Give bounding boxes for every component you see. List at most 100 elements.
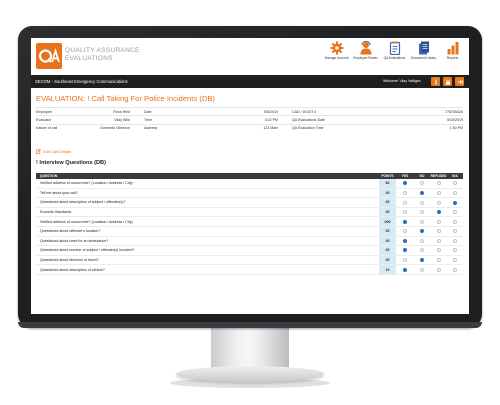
info-label: Address [144, 123, 190, 133]
question-row: Questioned about description of subject … [36, 197, 463, 208]
question-points: 60 [379, 179, 396, 189]
radio-refused[interactable] [436, 219, 441, 224]
info-value: 1:50 PM [331, 123, 463, 133]
answer-cell-na [447, 197, 463, 208]
info-label: Evaluator [36, 115, 72, 125]
question-row: Exceeds Standards 20 [36, 207, 463, 218]
radio-na[interactable] [453, 258, 457, 263]
radio-na[interactable] [453, 210, 457, 215]
info-row: Nature of call Domestic Violence Address 12… [36, 123, 463, 133]
radio-refused[interactable] [436, 238, 441, 243]
radio-no[interactable] [420, 248, 424, 253]
radio-na[interactable] [453, 238, 457, 243]
info-value: Domestic Violence [72, 123, 144, 133]
radio-na[interactable] [453, 190, 457, 195]
question-points: 200 [379, 216, 396, 227]
question-text: Verified address of occurrence? (Locatio… [36, 179, 379, 189]
radio-yes[interactable] [403, 238, 407, 243]
radio-yes[interactable] [403, 200, 407, 205]
radio-refused[interactable] [436, 181, 441, 186]
radio-refused[interactable] [436, 200, 441, 205]
radio-na[interactable] [453, 229, 457, 234]
radio-na[interactable] [453, 200, 457, 205]
radio-no[interactable] [420, 267, 424, 272]
answer-cell-no [414, 179, 430, 189]
radio-yes[interactable] [403, 258, 407, 263]
radio-na[interactable] [453, 219, 457, 224]
app-title: QUALITY ASSURANCE [65, 47, 140, 54]
answer-cell-na [447, 179, 463, 189]
question-points: 20 [379, 245, 396, 256]
radio-no[interactable] [420, 238, 424, 243]
nav-label: Employee Roster [353, 56, 378, 60]
answer-cell-yes [396, 255, 414, 266]
question-row: Questioned about description of vehicle?… [36, 264, 463, 275]
question-row: Questioned about number of subject / off… [36, 245, 463, 256]
answer-cell-yes [396, 236, 414, 247]
radio-yes[interactable] [403, 219, 407, 224]
answer-cell-yes [396, 207, 414, 218]
info-value: 5/15/2019 [331, 115, 463, 125]
answer-cell-refused [430, 264, 447, 275]
radio-na[interactable] [453, 181, 457, 186]
radio-refused[interactable] [436, 190, 441, 195]
radio-yes[interactable] [403, 190, 407, 195]
answer-cell-yes [396, 197, 414, 208]
nav-qa-evaluations[interactable]: QA Evaluations [380, 41, 409, 61]
nav-reports[interactable]: Reports [438, 41, 467, 61]
radio-refused[interactable] [436, 210, 441, 215]
answer-cell-refused [430, 236, 447, 247]
answer-cell-refused [430, 226, 447, 237]
logout-button[interactable] [455, 77, 464, 86]
question-row: Questioned about direction of travel? 20 [36, 255, 463, 266]
radio-yes[interactable] [403, 229, 407, 234]
radio-refused[interactable] [436, 229, 441, 234]
bar-chart-icon [447, 42, 458, 55]
question-text: Questioned about description of vehicle? [36, 264, 379, 275]
question-points: 10 [379, 264, 396, 275]
lock-button[interactable] [443, 77, 452, 86]
answer-cell-na [447, 226, 463, 237]
screen: QUALITY ASSURANCE EVALUATIONS Manage Acc… [31, 38, 469, 314]
radio-na[interactable] [453, 267, 457, 272]
question-row: Verified address of occurrence? (Locatio… [36, 179, 463, 189]
answer-cell-na [447, 188, 463, 199]
edit-link-label: Edit Call Details [43, 149, 72, 154]
radio-no[interactable] [420, 258, 424, 263]
radio-refused[interactable] [436, 258, 441, 263]
question-text: Questioned about need for an ambulance? [36, 236, 379, 247]
radio-no[interactable] [420, 210, 424, 215]
nav-manage-account[interactable]: Manage Account [322, 41, 351, 61]
radio-no[interactable] [420, 219, 424, 224]
edit-call-details-link[interactable]: Edit Call Details [36, 149, 71, 154]
radio-no[interactable] [420, 181, 424, 186]
answer-cell-refused [430, 188, 447, 199]
radio-yes[interactable] [403, 210, 407, 215]
radio-refused[interactable] [436, 267, 441, 272]
answer-cell-yes [396, 245, 414, 256]
radio-no[interactable] [420, 200, 424, 205]
radio-yes[interactable] [403, 248, 407, 253]
app-header: QUALITY ASSURANCE EVALUATIONS Manage Acc… [31, 38, 469, 75]
info-button[interactable] [431, 77, 440, 86]
nav-document-library[interactable]: Document Library [409, 41, 438, 61]
question-points: 20 [379, 236, 396, 247]
radio-na[interactable] [453, 248, 457, 253]
nav-employee-roster[interactable]: Employee Roster [351, 41, 380, 61]
radio-no[interactable] [420, 190, 424, 195]
info-label: Time [144, 115, 190, 125]
nav-label: Reports [446, 56, 459, 60]
top-nav: Manage Account Employee Roster QA Evalua… [322, 41, 467, 61]
gear-icon [330, 41, 343, 55]
radio-yes[interactable] [403, 267, 407, 272]
info-row: Evaluator Vilay Wild Time 3:02 PM QA Evaluat… [36, 115, 463, 125]
radio-yes[interactable] [403, 181, 407, 186]
question-text: Questioned about offender's location? [36, 226, 379, 237]
radio-refused[interactable] [436, 248, 441, 253]
answer-cell-no [414, 197, 430, 208]
question-text: Questioned about number of subject / off… [36, 245, 379, 256]
radio-no[interactable] [420, 229, 424, 234]
section-title: ! Interview Questions (DB) [36, 160, 106, 166]
monitor-bottom-edge [18, 322, 482, 328]
documents-icon [418, 41, 429, 55]
